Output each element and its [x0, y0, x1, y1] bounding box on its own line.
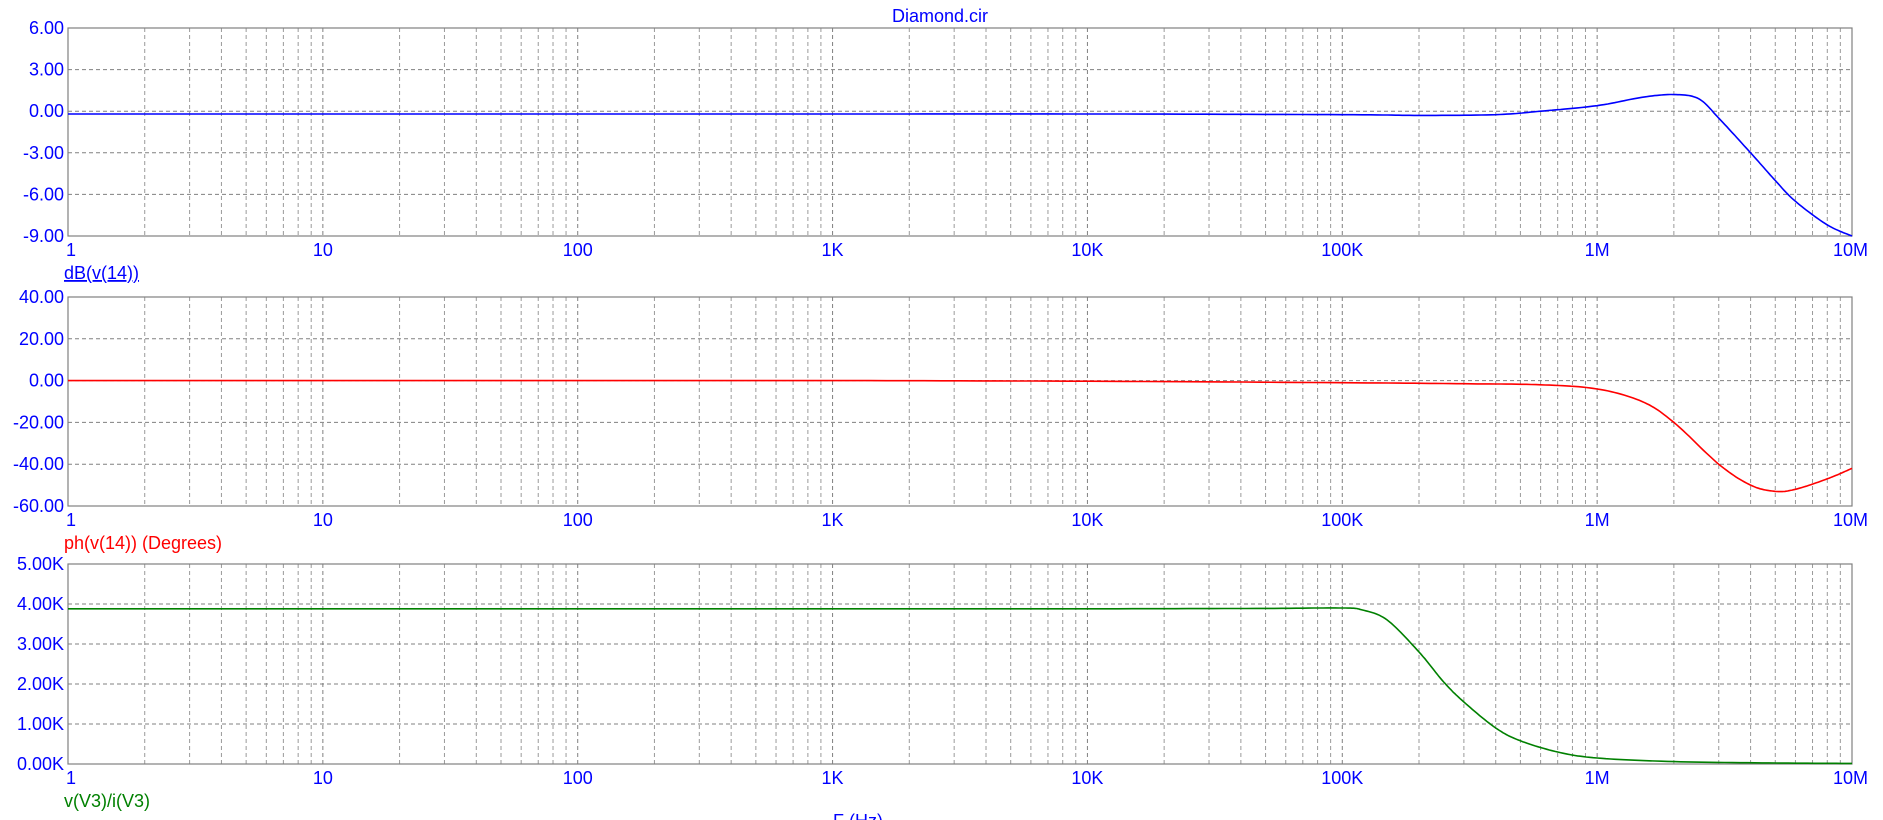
- phase-x-tick-label: 10K: [1071, 510, 1103, 530]
- impedance-x-tick-label: 10M: [1833, 768, 1868, 788]
- phase-y-tick-label: 0.00: [29, 371, 64, 391]
- phase-y-tick-label: 40.00: [19, 287, 64, 307]
- phase-x-tick-label: 1K: [822, 510, 844, 530]
- impedance-x-tick-label: 1: [66, 768, 76, 788]
- analysis-plot: Diamond.cir 6.003.000.00-3.00-6.00-9.001…: [13, 6, 1868, 820]
- impedance-x-tick-label: 1M: [1585, 768, 1610, 788]
- phase-x-tick-label: 100: [563, 510, 593, 530]
- magnitude-y-tick-label: 6.00: [29, 18, 64, 38]
- impedance-trace-label: v(V3)/i(V3): [64, 791, 150, 811]
- magnitude-x-tick-label: 100: [563, 240, 593, 260]
- impedance-x-tick-label: 100K: [1321, 768, 1363, 788]
- magnitude-y-tick-label: -3.00: [23, 143, 64, 163]
- phase-x-tick-label: 1: [66, 510, 76, 530]
- magnitude-x-tick-label: 10M: [1833, 240, 1868, 260]
- impedance-y-tick-label: 1.00K: [17, 714, 64, 734]
- phase-y-tick-label: -40.00: [13, 454, 64, 474]
- magnitude-x-tick-label: 10: [313, 240, 333, 260]
- magnitude-x-tick-label: 1: [66, 240, 76, 260]
- magnitude-y-tick-label: -6.00: [23, 184, 64, 204]
- impedance-y-tick-label: 4.00K: [17, 594, 64, 614]
- impedance-y-tick-label: 0.00K: [17, 754, 64, 774]
- magnitude-trace-label: dB(v(14)): [64, 263, 139, 283]
- impedance-series-line: [68, 607, 1852, 765]
- magnitude-series-line: [68, 93, 1853, 237]
- impedance-x-tick-label: 100: [563, 768, 593, 788]
- phase-x-tick-label: 100K: [1321, 510, 1363, 530]
- magnitude-x-tick-label: 1K: [822, 240, 844, 260]
- impedance-x-tick-label: 10: [313, 768, 333, 788]
- phase-y-tick-label: -20.00: [13, 412, 64, 432]
- magnitude-plot-frame: [67, 27, 1853, 237]
- impedance-y-tick-label: 5.00K: [17, 554, 64, 574]
- phase-trace-label: ph(v(14)) (Degrees): [64, 533, 222, 553]
- phase-panel: 40.00 20.00 0.00 -20.00 -40.00 -60.001 10 100 1K…: [13, 287, 1868, 553]
- chart-title: Diamond.cir: [892, 6, 988, 26]
- impedance-y-tick-label: 3.00K: [17, 634, 64, 654]
- phase-y-tick-label: -60.00: [13, 496, 64, 516]
- impedance-y-tick-label: 2.00K: [17, 674, 64, 694]
- phase-x-tick-label: 1M: [1585, 510, 1610, 530]
- phase-series-line: [68, 379, 1853, 493]
- magnitude-y-tick-label: -9.00: [23, 226, 64, 246]
- magnitude-panel: 6.00 3.00 0.00 -3.00 -6.00 -9.001 10 100 1K 10K 10…: [23, 18, 1868, 283]
- phase-x-tick-label: 10M: [1833, 510, 1868, 530]
- impedance-x-tick-label: 10K: [1071, 768, 1103, 788]
- phase-x-tick-label: 10: [313, 510, 333, 530]
- impedance-plot-frame: [67, 563, 1853, 765]
- x-axis-label: F (Hz): [833, 811, 883, 820]
- impedance-panel: 5.00K 4.00K 3.00K 2.00K 1.00K 0.00K1 10 100 1K 10…: [17, 554, 1868, 811]
- magnitude-x-tick-label: 100K: [1321, 240, 1363, 260]
- impedance-x-tick-label: 1K: [822, 768, 844, 788]
- magnitude-x-tick-label: 1M: [1585, 240, 1610, 260]
- phase-y-tick-label: 20.00: [19, 329, 64, 349]
- magnitude-y-tick-label: 0.00: [29, 101, 64, 121]
- phase-plot-frame: [67, 296, 1853, 507]
- magnitude-x-tick-label: 10K: [1071, 240, 1103, 260]
- magnitude-y-tick-label: 3.00: [29, 60, 64, 80]
